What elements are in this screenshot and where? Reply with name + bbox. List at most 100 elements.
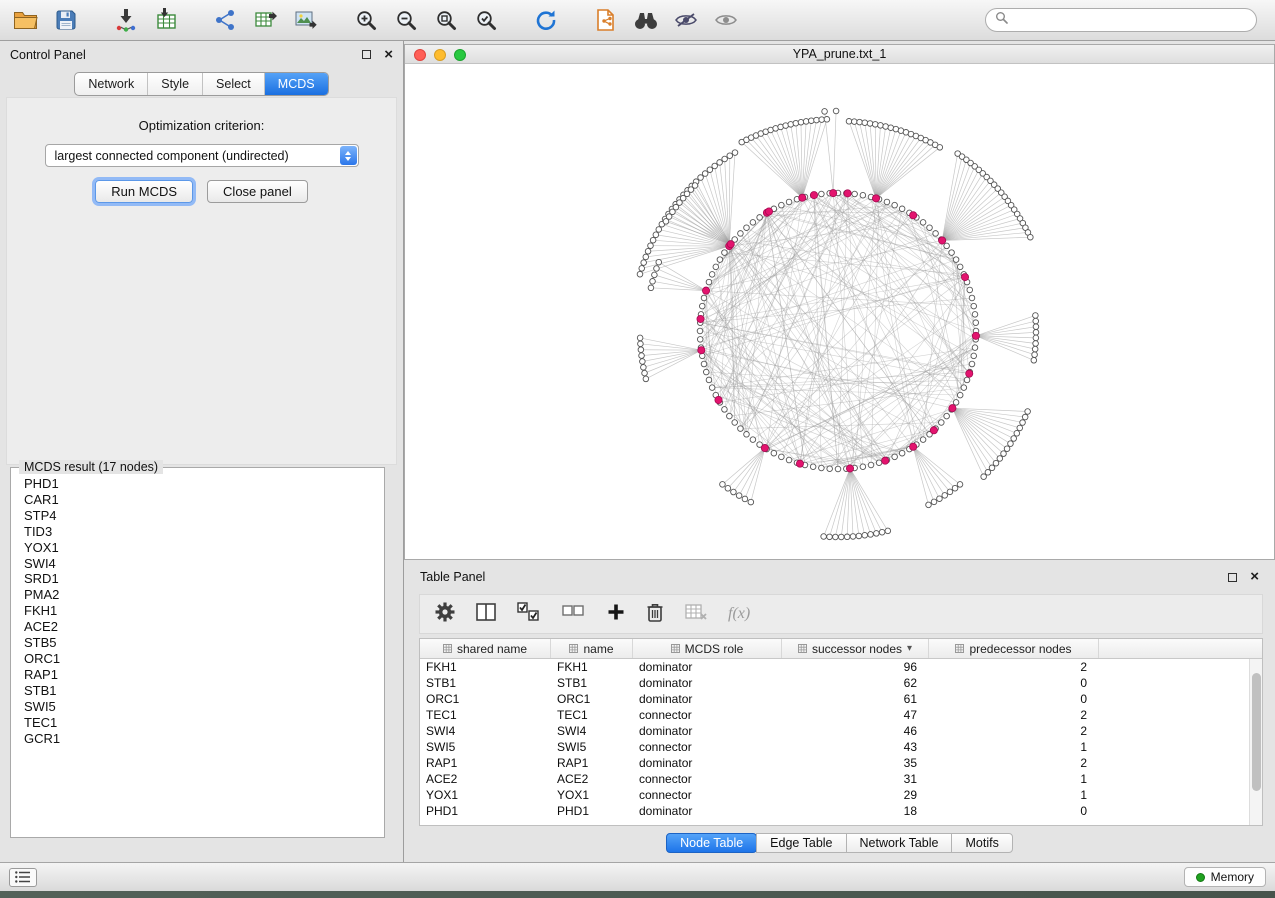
import-network-from-file-icon[interactable]	[110, 4, 142, 36]
cell-mcds-role: connector	[633, 788, 782, 802]
mcds-result-item[interactable]: STP4	[13, 508, 382, 524]
column-grid-icon	[955, 642, 964, 656]
show-details-icon[interactable]	[710, 4, 742, 36]
table-row[interactable]: STB1STB1dominator620	[420, 675, 1249, 691]
export-document-icon[interactable]	[590, 4, 622, 36]
mcds-result-item[interactable]: GCR1	[13, 731, 382, 747]
table-row[interactable]: SWI4SWI4dominator462	[420, 723, 1249, 739]
export-table-icon[interactable]	[250, 4, 282, 36]
cell-shared-name: YOX1	[420, 788, 551, 802]
cell-mcds-role: connector	[633, 708, 782, 722]
zoom-fit-icon[interactable]	[430, 4, 462, 36]
cell-shared-name: RAP1	[420, 756, 551, 770]
table-row[interactable]: RAP1RAP1dominator352	[420, 755, 1249, 771]
close-panel-button[interactable]: Close panel	[207, 180, 308, 203]
cell-mcds-role: dominator	[633, 676, 782, 690]
float-table-panel-icon[interactable]	[1228, 573, 1237, 582]
control-panel: Control Panel × NetworkStyleSelectMCDS O…	[0, 41, 403, 862]
tab-style[interactable]: Style	[147, 73, 202, 95]
create-column-icon[interactable]	[607, 603, 625, 626]
table-row[interactable]: PHD1PHD1dominator180	[420, 803, 1249, 819]
column-header-successor-nodes[interactable]: successor nodes▾	[782, 639, 929, 658]
cell-successor-nodes: 43	[782, 740, 929, 754]
optimization-criterion-value: largest connected component (undirected)	[55, 149, 289, 163]
table-row[interactable]: FKH1FKH1dominator962	[420, 659, 1249, 675]
tab-network[interactable]: Network	[75, 73, 147, 95]
search-box[interactable]	[985, 8, 1257, 32]
run-mcds-button[interactable]: Run MCDS	[95, 180, 193, 203]
bottom-tab-node-table[interactable]: Node Table	[666, 833, 757, 853]
mcds-result-item[interactable]: PMA2	[13, 587, 382, 603]
cell-predecessor-nodes: 0	[929, 804, 1099, 818]
mcds-result-item[interactable]: ACE2	[13, 619, 382, 635]
zoom-selected-icon[interactable]	[470, 4, 502, 36]
table-row[interactable]: ORC1ORC1dominator610	[420, 691, 1249, 707]
tab-select[interactable]: Select	[202, 73, 264, 95]
table-row[interactable]: ACE2ACE2connector311	[420, 771, 1249, 787]
zoom-out-icon[interactable]	[390, 4, 422, 36]
mcds-result-item[interactable]: YOX1	[13, 540, 382, 556]
memory-button[interactable]: Memory	[1184, 867, 1266, 887]
mcds-result-item[interactable]: PHD1	[13, 476, 382, 492]
mcds-result-item[interactable]: CAR1	[13, 492, 382, 508]
optimization-criterion-select[interactable]: largest connected component (undirected)	[45, 144, 359, 167]
column-header-mcds-role[interactable]: MCDS role	[633, 639, 782, 658]
task-history-button[interactable]	[9, 868, 37, 887]
save-session-icon[interactable]	[50, 4, 82, 36]
zoom-in-icon[interactable]	[350, 4, 382, 36]
cell-predecessor-nodes: 2	[929, 724, 1099, 738]
search-icon	[995, 11, 1008, 29]
unselect-all-rows-icon[interactable]	[562, 602, 586, 627]
mcds-result-item[interactable]: STB5	[13, 635, 382, 651]
open-session-icon[interactable]	[10, 4, 42, 36]
search-input[interactable]	[1014, 13, 1247, 27]
table-row[interactable]: YOX1YOX1connector291	[420, 787, 1249, 803]
optimization-criterion-label: Optimization criterion:	[7, 118, 396, 133]
close-panel-icon[interactable]: ×	[384, 50, 393, 60]
table-row[interactable]: TEC1TEC1connector472	[420, 707, 1249, 723]
hide-edges-icon[interactable]	[670, 4, 702, 36]
tab-mcds[interactable]: MCDS	[264, 73, 328, 95]
close-table-panel-icon[interactable]: ×	[1250, 572, 1259, 582]
refresh-view-icon[interactable]	[530, 4, 562, 36]
mcds-result-item[interactable]: SRD1	[13, 571, 382, 587]
column-header-shared-name[interactable]: shared name	[420, 639, 551, 658]
cell-shared-name: ACE2	[420, 772, 551, 786]
mcds-result-item[interactable]: STB1	[13, 683, 382, 699]
memory-label: Memory	[1211, 870, 1254, 884]
mcds-result-item[interactable]: ORC1	[13, 651, 382, 667]
column-header-name[interactable]: name	[551, 639, 633, 658]
table-row[interactable]: SWI5SWI5connector431	[420, 739, 1249, 755]
export-network-icon[interactable]	[210, 4, 242, 36]
mcds-result-item[interactable]: TEC1	[13, 715, 382, 731]
main-toolbar	[0, 0, 1275, 41]
cell-mcds-role: dominator	[633, 692, 782, 706]
mcds-result-item[interactable]: FKH1	[13, 603, 382, 619]
network-graph[interactable]	[405, 65, 1274, 559]
mcds-result-item[interactable]: SWI4	[13, 556, 382, 572]
mcds-result-item[interactable]: RAP1	[13, 667, 382, 683]
select-all-rows-icon[interactable]	[517, 602, 541, 627]
window-close-button[interactable]	[414, 49, 426, 61]
search-network-icon[interactable]	[630, 4, 662, 36]
table-scrollbar[interactable]	[1249, 659, 1262, 825]
export-image-icon[interactable]	[290, 4, 322, 36]
float-panel-icon[interactable]	[362, 50, 371, 59]
mcds-result-item[interactable]: SWI5	[13, 699, 382, 715]
column-header-predecessor-nodes[interactable]: predecessor nodes	[929, 639, 1099, 658]
delete-columns-icon[interactable]	[646, 602, 664, 627]
scrollbar-thumb[interactable]	[1252, 673, 1261, 791]
mcds-result-item[interactable]: TID3	[13, 524, 382, 540]
bottom-tab-network-table[interactable]: Network Table	[846, 833, 953, 853]
bottom-tab-edge-table[interactable]: Edge Table	[756, 833, 846, 853]
window-zoom-button[interactable]	[454, 49, 466, 61]
cell-predecessor-nodes: 2	[929, 708, 1099, 722]
import-table-from-file-icon[interactable]	[150, 4, 182, 36]
toggle-column-view-icon[interactable]	[476, 603, 496, 626]
column-settings-icon[interactable]	[435, 602, 455, 627]
bottom-tab-motifs[interactable]: Motifs	[951, 833, 1012, 853]
cell-shared-name: FKH1	[420, 660, 551, 674]
window-minimize-button[interactable]	[434, 49, 446, 61]
network-canvas[interactable]	[405, 65, 1274, 559]
cell-name: ORC1	[551, 692, 633, 706]
